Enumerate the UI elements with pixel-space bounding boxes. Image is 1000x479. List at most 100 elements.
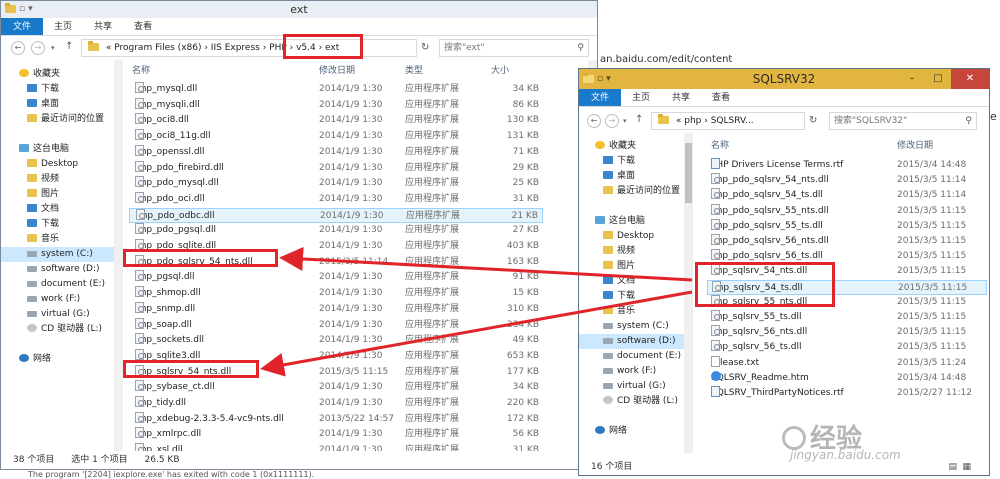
nav-item[interactable]: virtual (G:)	[1, 307, 123, 322]
maximize-button[interactable]: □	[925, 69, 951, 89]
forward-button[interactable]: →	[605, 114, 619, 128]
file-row[interactable]: php_pdo_mysql.dll 2014/1/9 1:30 应用程序扩展 25 K…	[129, 176, 543, 191]
file-row[interactable]: php_mysqli.dll 2014/1/9 1:30 应用程序扩展 86 KB	[129, 97, 543, 113]
nav-item[interactable]: virtual (G:)	[579, 379, 691, 394]
nav-item[interactable]: 网络	[1, 352, 123, 367]
file-row[interactable]: php_pdo_firebird.dll 2014/1/9 1:30 应用程序扩展 2…	[129, 160, 543, 176]
recent-dropdown-icon[interactable]: ▾	[623, 117, 627, 125]
nav-item[interactable]: 文档	[579, 274, 691, 289]
nav-item[interactable]: 下载	[579, 154, 691, 169]
file-row[interactable]: php_soap.dll 2014/1/9 1:30 应用程序扩展 234 KB	[129, 317, 543, 333]
nav-item[interactable]: 下载	[1, 217, 123, 232]
nav-item[interactable]: 音乐	[1, 232, 123, 247]
file-row[interactable]: php_pdo_oci.dll 2014/1/9 1:30 应用程序扩展 31 KB	[129, 191, 543, 207]
column-date[interactable]: 修改日期	[897, 138, 933, 151]
nav-item[interactable]: system (C:)	[579, 319, 691, 334]
nav-item[interactable]: 最近访问的位置	[579, 184, 691, 199]
up-button[interactable]: ↑	[65, 41, 73, 52]
file-row[interactable]: php_sqlsrv_56_nts.dll 2015/3/5 11:15	[707, 325, 987, 340]
nav-scrollbar[interactable]	[684, 133, 693, 453]
nav-item[interactable]: work (F:)	[1, 292, 123, 307]
file-row[interactable]: php_sqlsrv_54_nts.dll 2015/3/5 11:15	[707, 264, 987, 279]
nav-item[interactable]: Desktop	[1, 157, 123, 172]
tab-home[interactable]: 主页	[43, 18, 83, 35]
nav-item[interactable]: system (C:)	[1, 247, 123, 262]
file-row[interactable]: php_sqlsrv_54_ts.dll 2015/3/5 11:15	[707, 279, 987, 295]
file-row[interactable]: php_snmp.dll 2014/1/9 1:30 应用程序扩展 310 KB	[129, 301, 543, 317]
search-icon[interactable]: ⚲	[577, 40, 584, 56]
file-row[interactable]: php_pdo_sqlsrv_56_nts.dll 2015/3/5 11:15	[707, 234, 987, 249]
nav-item[interactable]: work (F:)	[579, 364, 691, 379]
file-row[interactable]: php_pdo_odbc.dll 2014/1/9 1:30 应用程序扩展 21 KB	[129, 207, 543, 223]
minimize-button[interactable]: –	[899, 69, 925, 89]
close-button[interactable]: ✕	[951, 69, 989, 89]
nav-item[interactable]: 这台电脑	[579, 214, 691, 229]
nav-item[interactable]: document (E:)	[579, 349, 691, 364]
column-type[interactable]: 类型	[405, 63, 423, 76]
nav-item[interactable]: 收藏夹	[1, 67, 123, 82]
file-row[interactable]: php_sqlite3.dll 2014/1/9 1:30 应用程序扩展 653 KB	[129, 348, 543, 364]
file-row[interactable]: PHP Drivers License Terms.rtf 2015/3/4 14…	[707, 158, 987, 173]
file-row[interactable]: php_sqlsrv_55_nts.dll 2015/3/5 11:15	[707, 294, 987, 310]
file-row[interactable]: php_sqlsrv_56_ts.dll 2015/3/5 11:15	[707, 340, 987, 355]
nav-item[interactable]: CD 驱动器 (L:)	[1, 322, 123, 337]
search-input[interactable]: 搜索"SQLSRV32" ⚲	[829, 112, 977, 130]
address-bar[interactable]: « php › SQLSRV...	[651, 112, 805, 130]
file-row[interactable]: php_shmop.dll 2014/1/9 1:30 应用程序扩展 15 KB	[129, 286, 543, 301]
scrollbar-thumb[interactable]	[685, 143, 692, 203]
nav-item[interactable]: 这台电脑	[1, 142, 123, 157]
file-row[interactable]: php_tidy.dll 2014/1/9 1:30 应用程序扩展 220 KB	[129, 396, 543, 411]
file-row[interactable]: php_openssl.dll 2014/1/9 1:30 应用程序扩展 71 KB	[129, 144, 543, 160]
tab-file[interactable]: 文件	[579, 89, 622, 106]
nav-item[interactable]: software (D:)	[579, 334, 691, 349]
file-row[interactable]: php_pgsql.dll 2014/1/9 1:30 应用程序扩展 91 KB	[129, 270, 543, 285]
file-row[interactable]: php_pdo_sqlsrv_56_ts.dll 2015/3/5 11:15	[707, 249, 987, 264]
nav-item[interactable]: 下载	[1, 82, 123, 97]
nav-item[interactable]: 桌面	[579, 169, 691, 184]
column-date[interactable]: 修改日期	[319, 63, 355, 76]
file-row[interactable]: php_sqlsrv_54_nts.dll 2015/3/5 11:15 应用程序扩…	[129, 364, 543, 380]
file-row[interactable]: php_sqlsrv_55_ts.dll 2015/3/5 11:15	[707, 310, 987, 325]
file-row[interactable]: php_pdo_pgsql.dll 2014/1/9 1:30 应用程序扩展 27 K…	[129, 223, 543, 238]
nav-item[interactable]: 文档	[1, 202, 123, 217]
nav-item[interactable]: 收藏夹	[579, 139, 691, 154]
tab-home[interactable]: 主页	[621, 89, 661, 106]
nav-item[interactable]: 网络	[579, 424, 691, 439]
file-row[interactable]: php_oci8_11g.dll 2014/1/9 1:30 应用程序扩展 131 K…	[129, 129, 543, 144]
refresh-button[interactable]: ↻	[809, 115, 817, 126]
nav-item[interactable]: Desktop	[579, 229, 691, 244]
file-row[interactable]: php_pdo_sqlsrv_54_ts.dll 2015/3/5 11:14	[707, 188, 987, 203]
column-name[interactable]: 名称	[132, 63, 150, 76]
nav-item[interactable]: 视频	[1, 172, 123, 187]
file-row[interactable]: php_mysql.dll 2014/1/9 1:30 应用程序扩展 34 KB	[129, 82, 543, 97]
up-button[interactable]: ↑	[635, 114, 643, 125]
file-row[interactable]: php_sybase_ct.dll 2014/1/9 1:30 应用程序扩展 34 K…	[129, 380, 543, 395]
nav-item[interactable]: CD 驱动器 (L:)	[579, 394, 691, 409]
file-row[interactable]: php_pdo_sqlsrv_54_nts.dll 2015/3/5 11:14 应…	[129, 254, 543, 270]
nav-item[interactable]: 音乐	[579, 304, 691, 319]
refresh-button[interactable]: ↻	[421, 42, 429, 53]
column-name[interactable]: 名称	[711, 138, 729, 151]
tab-view[interactable]: 查看	[123, 18, 163, 35]
nav-item[interactable]: 图片	[579, 259, 691, 274]
nav-scrollbar[interactable]	[114, 60, 123, 453]
search-icon[interactable]: ⚲	[965, 113, 972, 129]
details-view-icon[interactable]: ▤	[948, 459, 957, 475]
forward-button[interactable]: →	[31, 41, 45, 55]
file-row[interactable]: php_pdo_sqlsrv_54_nts.dll 2015/3/5 11:14	[707, 173, 987, 188]
address-bar[interactable]: « Program Files (x86) › IIS Express › PH…	[81, 39, 417, 57]
file-row[interactable]: php_xdebug-2.3.3-5.4-vc9-nts.dll 2013/5/2…	[129, 411, 543, 427]
recent-dropdown-icon[interactable]: ▾	[51, 44, 55, 52]
tab-share[interactable]: 共享	[661, 89, 701, 106]
file-row[interactable]: php_sockets.dll 2014/1/9 1:30 应用程序扩展 49 KB	[129, 333, 543, 348]
tab-share[interactable]: 共享	[83, 18, 123, 35]
column-size[interactable]: 大小	[491, 63, 509, 76]
back-button[interactable]: ←	[11, 41, 25, 55]
file-row[interactable]: php_xmlrpc.dll 2014/1/9 1:30 应用程序扩展 56 KB	[129, 427, 543, 442]
large-icons-view-icon[interactable]: ▦	[962, 459, 971, 475]
nav-item[interactable]: 视频	[579, 244, 691, 259]
file-row[interactable]: php_pdo_sqlsrv_55_ts.dll 2015/3/5 11:15	[707, 218, 987, 234]
file-row[interactable]: release.txt 2015/3/5 11:24	[707, 355, 987, 371]
tab-file[interactable]: 文件	[1, 18, 44, 35]
nav-item[interactable]: 下载	[579, 289, 691, 304]
